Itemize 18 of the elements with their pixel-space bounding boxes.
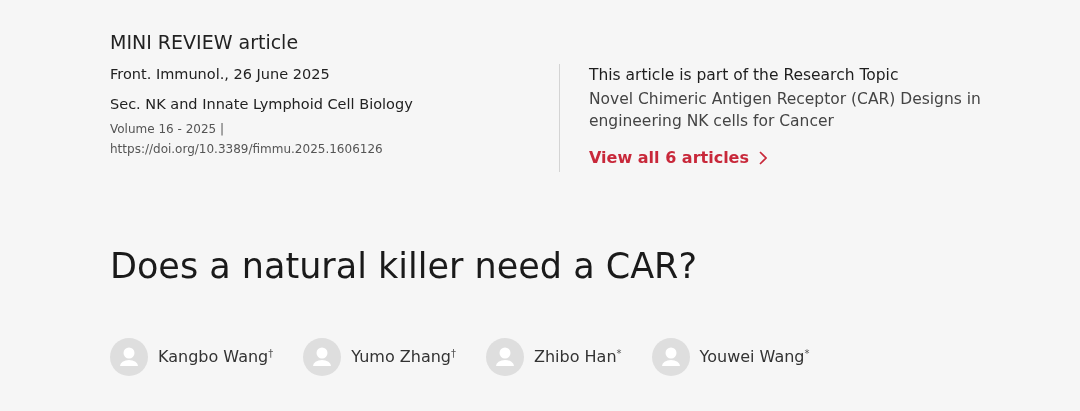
author-name[interactable]: Yumo Zhang$^{†}$ xyxy=(351,345,456,369)
author-name[interactable]: Zhibo Han$^{*}$ xyxy=(534,345,622,369)
author-name[interactable]: Kangbo Wang$^{†}$ xyxy=(158,345,274,369)
view-articles-link[interactable]: View all 6 articles xyxy=(589,146,980,170)
avatar-icon xyxy=(303,338,342,376)
article-type: MINI REVIEW article xyxy=(110,30,300,54)
avatar-icon xyxy=(486,338,524,376)
article-title: Does a natural killer need a CAR? xyxy=(110,245,698,288)
author-name[interactable]: Youwei Wang$^{*}$ xyxy=(699,345,810,369)
chevron-right-icon xyxy=(759,151,767,165)
avatar-icon xyxy=(651,338,690,376)
journal-date: Front. Immunol., 26 June 2025 xyxy=(110,65,331,84)
avatar-icon xyxy=(110,338,148,376)
doi-link[interactable]: https://doi.org/10.3389/fimmu.2025.1606126 xyxy=(110,140,559,158)
section-name: Sec. NK and Innate Lymphoid Cell Biology xyxy=(110,95,414,114)
volume-text: Volume 16 - 2025 | xyxy=(110,121,226,138)
research-topic-heading: This article is part of the Research Topic xyxy=(589,65,900,86)
research-topic-title[interactable]: Novel Chimeric Antigen Receptor (CAR) Designs in engineering NK cells for Cancer xyxy=(589,88,989,132)
